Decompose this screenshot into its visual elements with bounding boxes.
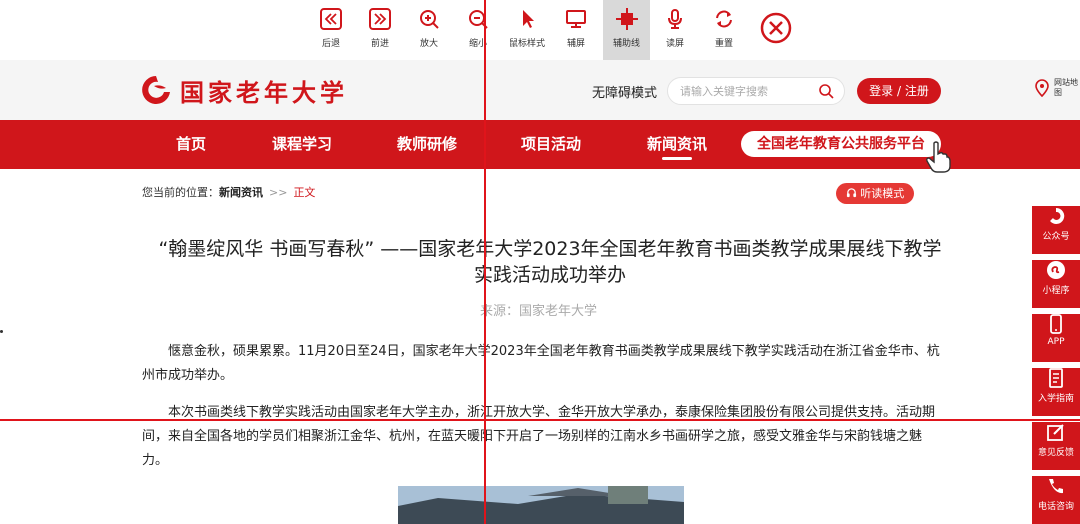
login-register-button[interactable]: 登录 / 注册	[857, 78, 941, 104]
article-paragraph: 惬意金秋，硕果累累。11月20日至24日，国家老年大学2023年全国老年教育书画…	[142, 344, 940, 383]
nav-home-label: 首页	[175, 135, 206, 153]
site-header: 国家老年大学 无障碍模式 登录 / 注册 网站地图	[0, 60, 1080, 120]
phone-consult-button[interactable]: 电话咨询	[1032, 476, 1080, 524]
location-pin-icon	[1035, 79, 1049, 97]
enrollment-guide-button[interactable]: 入学指南	[1032, 368, 1080, 416]
search-input[interactable]	[680, 78, 820, 104]
microphone-icon	[668, 9, 682, 29]
back-button[interactable]: 后退	[309, 6, 353, 56]
public-service-platform-button[interactable]: 全国老年教育公共服务平台	[741, 131, 941, 157]
guide-icon	[1049, 368, 1063, 388]
logo-emblem-icon	[142, 76, 170, 104]
nav-teacher-training-label: 教师研修	[396, 135, 457, 153]
zoom-out-label: 缩小	[468, 39, 487, 49]
search-box	[667, 77, 845, 105]
secondary-screen-button[interactable]: 辅屏	[554, 6, 598, 56]
nav-projects[interactable]: 项目活动	[515, 120, 587, 169]
mini-program-button[interactable]: 小程序	[1032, 260, 1080, 308]
logo-text: 国家老年大学	[180, 78, 348, 107]
feedback-icon	[1047, 424, 1064, 441]
close-toolbar-icon[interactable]	[760, 12, 792, 44]
nav-news[interactable]: 新闻资讯	[641, 120, 713, 169]
nav-active-underline	[662, 157, 692, 160]
crosshair-icon	[615, 8, 638, 30]
breadcrumb-separator: >>	[269, 186, 288, 199]
page-dot	[0, 330, 3, 333]
breadcrumb-section[interactable]: 新闻资讯	[219, 186, 263, 199]
right-float-bar: 公众号 小程序 APP 入学指南 意见反馈 电话咨询	[1032, 200, 1080, 524]
app-download-button[interactable]: APP	[1032, 314, 1080, 362]
article-paragraph: 本次书画类线下教学实践活动由国家老年大学主办，浙江开放大学、金华开放大学承办，泰…	[142, 405, 936, 468]
nav-courses[interactable]: 课程学习	[266, 120, 338, 169]
forward-icon	[369, 8, 391, 30]
phone-icon	[1050, 314, 1062, 334]
screen-reader-label: 读屏	[665, 39, 684, 49]
enrollment-guide-label: 入学指南	[1037, 394, 1074, 404]
feedback-button[interactable]: 意见反馈	[1032, 422, 1080, 470]
app-label: APP	[1047, 337, 1065, 347]
article-title: “翰墨绽风华 书画写春秋” ——国家老年大学2023年全国老年教育书画类教学成果…	[158, 238, 942, 286]
wechat-official-account-button[interactable]: 公众号	[1032, 206, 1080, 254]
headphones-icon	[846, 188, 856, 198]
zoom-in-label: 放大	[419, 39, 438, 49]
screen-reader-button[interactable]: 读屏	[653, 6, 697, 56]
zoom-out-button[interactable]: 缩小	[456, 6, 500, 56]
back-label: 后退	[321, 39, 340, 49]
reset-icon	[716, 10, 732, 28]
zoom-in-button[interactable]: 放大	[407, 6, 451, 56]
cursor-style-button[interactable]: 鼠标样式	[505, 6, 549, 56]
nav-news-label: 新闻资讯	[646, 135, 707, 153]
reset-button[interactable]: 重置	[702, 6, 746, 56]
building-roof-illustration	[398, 486, 684, 524]
nav-teacher-training[interactable]: 教师研修	[391, 120, 463, 169]
mini-program-label: 小程序	[1042, 286, 1070, 296]
zoom-in-icon	[420, 10, 439, 29]
forward-button[interactable]: 前进	[358, 6, 402, 56]
feedback-label: 意见反馈	[1037, 448, 1074, 458]
guide-line-button[interactable]: 辅助线	[603, 0, 650, 60]
accessibility-mode-link[interactable]: 无障碍模式	[592, 82, 657, 101]
cursor-icon	[523, 10, 534, 28]
cursor-style-label: 鼠标样式	[508, 39, 545, 49]
article-photo	[398, 486, 684, 524]
telephone-icon	[1049, 479, 1063, 494]
back-icon	[320, 8, 342, 30]
sitemap-link[interactable]: 网站地图	[1034, 78, 1078, 98]
search-icon[interactable]	[818, 83, 834, 99]
phone-consult-label: 电话咨询	[1037, 502, 1074, 512]
horizontal-guide-line	[0, 419, 1080, 421]
mini-program-icon	[1047, 261, 1065, 279]
nav-home[interactable]: 首页	[166, 120, 216, 169]
hand-pointer-icon	[926, 141, 951, 173]
sitemap-label: 网站地图	[1054, 78, 1078, 97]
monitor-icon	[566, 10, 586, 28]
breadcrumb-current: 正文	[293, 186, 316, 199]
nav-courses-label: 课程学习	[271, 135, 332, 153]
guide-line-label: 辅助线	[612, 39, 640, 49]
listen-mode-label: 听读模式	[860, 187, 905, 200]
wechat-label: 公众号	[1042, 232, 1070, 242]
reset-label: 重置	[714, 39, 733, 49]
nav-projects-label: 项目活动	[520, 135, 581, 153]
vertical-guide-line	[484, 0, 486, 524]
site-logo[interactable]: 国家老年大学	[140, 74, 348, 107]
wechat-icon	[1050, 207, 1065, 224]
secondary-screen-label: 辅屏	[566, 39, 585, 49]
accessibility-toolbar: 后退 前进 放大 缩小 鼠标样式 辅屏 辅助线 读屏 重置	[0, 0, 1080, 60]
breadcrumb: 您当前的位置：新闻资讯 >> 正文	[142, 184, 315, 200]
main-nav: 首页 课程学习 教师研修 项目活动 新闻资讯 全国老年教育公共服务平台	[0, 120, 1080, 169]
listen-mode-button[interactable]: 听读模式	[836, 183, 914, 204]
article-source: 来源：国家老年大学	[480, 304, 598, 319]
forward-label: 前进	[370, 39, 389, 49]
breadcrumb-prefix: 您当前的位置：	[142, 186, 219, 199]
